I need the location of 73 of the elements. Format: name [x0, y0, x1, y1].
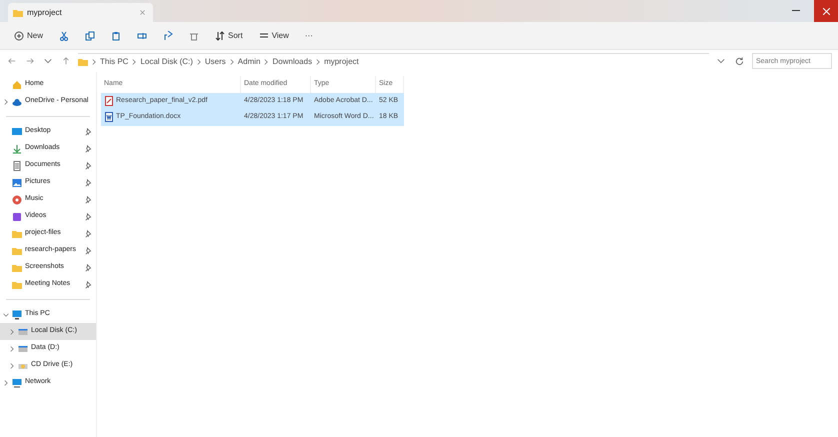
pin-icon [85, 264, 93, 272]
breadcrumb-item[interactable]: This PC [100, 56, 128, 68]
download-icon [12, 144, 22, 154]
monitor-icon [12, 310, 22, 320]
drive-icon [18, 326, 28, 336]
chevron-right-icon [131, 58, 138, 64]
view-icon [258, 30, 269, 40]
copy-icon [85, 30, 96, 40]
forward-arrow-icon [26, 57, 34, 65]
close-icon [139, 9, 146, 16]
pin-icon [85, 128, 93, 136]
chevron-right-icon [228, 58, 235, 64]
back-button[interactable] [6, 57, 18, 65]
sort-button[interactable]: Sort [209, 28, 249, 44]
breadcrumb-item[interactable]: Users [204, 56, 226, 68]
clipboard-icon [111, 30, 122, 40]
chevron-right-icon [196, 58, 202, 64]
breadcrumb-item[interactable]: Admin [238, 56, 260, 68]
desktop-icon [12, 126, 22, 136]
forward-button[interactable] [24, 57, 36, 65]
rename-icon [137, 30, 148, 40]
chevron-right-icon [91, 58, 97, 64]
window-tab[interactable]: myproject [8, 3, 153, 22]
close-icon [822, 8, 830, 14]
chevron-right-icon[interactable] [3, 380, 9, 386]
share-icon [163, 30, 174, 40]
chevron-right-icon[interactable] [9, 346, 15, 352]
chevron-right-icon[interactable] [9, 328, 15, 334]
pin-icon [85, 246, 93, 254]
up-arrow-icon [62, 57, 70, 65]
trash-icon [189, 30, 200, 40]
breadcrumb-item[interactable]: myproject [324, 56, 359, 68]
refresh-button[interactable] [733, 56, 746, 66]
view-button[interactable]: View [252, 28, 295, 44]
sort-icon [215, 30, 226, 40]
pin-icon [85, 280, 93, 288]
breadcrumb-item[interactable]: Local Disk (C:) [140, 56, 193, 68]
picture-icon [12, 178, 22, 188]
close-button[interactable] [814, 0, 838, 22]
chevron-right-icon[interactable] [9, 362, 15, 368]
more-button[interactable]: ··· [298, 28, 319, 44]
cloud-icon [12, 96, 22, 106]
chevron-right-icon [263, 58, 270, 64]
pin-icon [85, 196, 93, 204]
chevron-down-icon [717, 57, 725, 65]
refresh-icon [735, 56, 744, 66]
plus-icon [14, 30, 24, 40]
pin-icon [85, 178, 93, 186]
chevron-down-icon[interactable] [3, 312, 9, 318]
recent-button[interactable] [42, 57, 54, 65]
document-icon [12, 160, 22, 170]
breadcrumb-item[interactable]: Downloads [272, 56, 312, 68]
back-arrow-icon [8, 57, 16, 65]
word-file-icon [104, 112, 114, 122]
video-icon [12, 212, 22, 222]
scissors-icon [59, 30, 70, 40]
chevron-down-icon [44, 57, 52, 65]
minimize-icon [792, 10, 800, 12]
pin-icon [85, 162, 93, 170]
home-icon [12, 80, 22, 90]
chevron-right-icon [315, 58, 322, 64]
new-button[interactable]: New [8, 28, 50, 44]
music-icon [12, 194, 22, 204]
pin-icon [85, 212, 93, 220]
pdf-file-icon [104, 96, 114, 106]
pin-icon [85, 230, 93, 238]
drive-icon [18, 344, 28, 354]
folder-icon [13, 8, 23, 18]
network-icon [12, 378, 22, 388]
pin-icon [85, 144, 93, 152]
chevron-right-icon[interactable] [3, 98, 9, 104]
dropdown-button[interactable] [715, 57, 727, 65]
folder-icon [78, 56, 88, 66]
